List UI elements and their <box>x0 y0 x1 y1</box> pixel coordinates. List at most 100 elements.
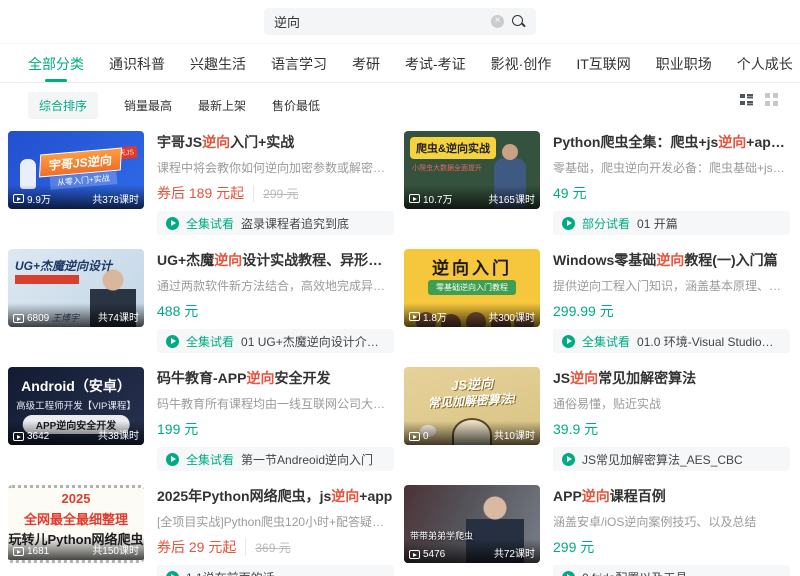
sort-filter[interactable]: 销量最高 <box>124 97 172 114</box>
view-count: 5476 <box>409 549 445 560</box>
category-tab[interactable]: IT互联网 <box>576 54 630 82</box>
view-count-value: 6809 <box>27 313 49 324</box>
play-video-icon <box>409 550 420 559</box>
trial-bar[interactable]: 全集试看 01.0 环境-Visual Studio配置搭建 <box>553 329 790 353</box>
view-count: 1.8万 <box>409 309 447 324</box>
course-card[interactable]: 常见加解密算法!JS逆向 0 共10课时 JS逆向常见加解密算法 通俗易懂，贴近… <box>404 367 790 471</box>
lesson-count: 共74课时 <box>98 309 139 324</box>
course-thumbnail[interactable]: APP逆向安全开发高级工程师开发【VIP课程】Android（安卓） 3642 … <box>8 367 144 445</box>
course-info: 2025年Python网络爬虫，js逆向+app [全项目实战]Python爬虫… <box>157 485 394 576</box>
course-thumbnail[interactable]: 带带弟弟学爬虫 5476 共72课时 <box>404 485 540 563</box>
category-tab[interactable]: 全部分类 <box>28 54 84 82</box>
trial-bar[interactable]: 部分试看 01 开篇 <box>553 211 790 235</box>
course-title[interactable]: 码牛教育-APP逆向安全开发 <box>157 368 394 388</box>
course-thumbnail[interactable]: 小爬虫大数据全面提升爬虫&逆向实战 10.7万 共165课时 <box>404 131 540 209</box>
course-card[interactable]: 玩转儿Python网络爬虫全网最全最细整理2025 1681 共150课时 20… <box>8 485 394 576</box>
category-tab-label: 考研 <box>352 56 380 72</box>
thumbnail-overlay: 3642 共38课时 <box>8 421 144 445</box>
course-price: 49 元 <box>553 183 586 203</box>
search-icon[interactable] <box>511 14 526 29</box>
trial-chapter: 01 UG+杰魔逆向设计介绍（必看） <box>241 333 385 350</box>
category-tab-label: 影视·创作 <box>491 56 552 72</box>
play-circle-icon <box>166 217 179 230</box>
trial-bar[interactable]: 全集试看 盗录课程者追究到底 <box>157 211 394 235</box>
course-card[interactable]: 7天JS从零入门+实战宇哥JS逆向 9.9万 共378课时 宇哥JS逆向入门+实… <box>8 131 394 235</box>
category-tab-label: 兴趣生活 <box>190 56 246 72</box>
category-tab[interactable]: 语言学习 <box>271 54 327 82</box>
thumbnail-text: 2025 <box>8 491 144 506</box>
category-tab-label: 语言学习 <box>271 56 327 72</box>
category-tab[interactable]: 兴趣生活 <box>190 54 246 82</box>
course-info: JS逆向常见加解密算法 通俗易懂，贴近实战 39.9 元 JS常见加解密算法_A… <box>553 367 790 471</box>
play-circle-icon <box>166 571 179 576</box>
play-circle-icon <box>562 217 575 230</box>
view-count-value: 9.9万 <box>27 191 51 206</box>
thumbnail-text: 逆向入门 <box>432 254 512 279</box>
course-title[interactable]: 2025年Python网络爬虫，js逆向+app <box>157 486 394 506</box>
course-title[interactable]: APP逆向课程百例 <box>553 486 790 506</box>
grid-view-icon[interactable] <box>765 93 778 106</box>
course-card[interactable]: 小爬虫大数据全面提升爬虫&逆向实战 10.7万 共165课时 Python爬虫全… <box>404 131 790 235</box>
category-tab[interactable]: 个人成长 <box>737 54 793 82</box>
category-tab[interactable]: 考试-考证 <box>405 54 466 82</box>
course-thumbnail[interactable]: 常见加解密算法!JS逆向 0 共10课时 <box>404 367 540 445</box>
course-desc: 课程中将会教你如何逆向加密参数或解密密文参数 <box>157 159 394 176</box>
active-tab-underline <box>45 79 67 82</box>
category-tab[interactable]: 考研 <box>352 54 380 82</box>
course-title[interactable]: JS逆向常见加解密算法 <box>553 368 790 388</box>
course-card[interactable]: APP逆向安全开发高级工程师开发【VIP课程】Android（安卓） 3642 … <box>8 367 394 471</box>
play-video-icon <box>409 432 420 441</box>
lesson-count: 共10课时 <box>494 427 535 442</box>
trial-bar[interactable]: 0.frida配置以及工具 <box>553 565 790 576</box>
active-tab-underline <box>673 79 695 82</box>
clear-icon[interactable]: × <box>491 15 504 28</box>
course-price-row: 299.99 元 <box>553 301 790 321</box>
thumbnail-text: UG+杰魔逆向设计 <box>15 257 112 274</box>
play-video-icon <box>409 194 420 203</box>
thumbnail-overlay: 9.9万 共378课时 <box>8 185 144 209</box>
course-thumbnail[interactable]: 零基础逆向入门教程逆向入门 1.8万 共300课时 <box>404 249 540 327</box>
course-info: Python爬虫全集：爬虫+js逆向+app逆向 零基础，爬虫逆向开发必备：爬虫… <box>553 131 790 235</box>
course-card[interactable]: 零基础逆向入门教程逆向入门 1.8万 共300课时 Windows零基础逆向教程… <box>404 249 790 353</box>
course-card[interactable]: 王博宇 UG+杰魔逆向设计 6809 共74课时 UG+杰魔逆向设计实战教程、异形… <box>8 249 394 353</box>
thumbnail-overlay: 1681 共150课时 <box>8 536 144 560</box>
trial-bar[interactable]: 1.1说在前面的话 <box>157 565 394 576</box>
category-tab[interactable]: 职业职场 <box>656 54 712 82</box>
category-tab-label: 个人成长 <box>737 56 793 72</box>
sort-filter[interactable]: 售价最低 <box>272 97 320 114</box>
course-price: 199 元 <box>157 419 198 439</box>
course-thumbnail[interactable]: 7天JS从零入门+实战宇哥JS逆向 9.9万 共378课时 <box>8 131 144 209</box>
category-tabs: 全部分类 通识科普 兴趣生活 语言学习 考研 考试-考证 影视·创作 IT互联网… <box>0 44 800 83</box>
search-input[interactable] <box>274 14 484 29</box>
course-price: 39.9 元 <box>553 419 598 439</box>
course-title[interactable]: 宇哥JS逆向入门+实战 <box>157 132 394 152</box>
thumbnail-text: 王博宇 <box>52 311 79 324</box>
play-circle-icon <box>562 571 575 576</box>
trial-bar[interactable]: 全集试看 第一节Andreoid逆向入门 <box>157 447 394 471</box>
course-thumbnail[interactable]: 玩转儿Python网络爬虫全网最全最细整理2025 1681 共150课时 <box>8 485 144 563</box>
list-view-icon[interactable] <box>740 93 753 106</box>
view-count: 10.7万 <box>409 191 452 206</box>
trial-chapter: 0.frida配置以及工具 <box>582 569 687 576</box>
play-video-icon <box>13 432 24 441</box>
course-info: APP逆向课程百例 涵盖安卓/iOS逆向案例技巧、以及总结 299 元 0.fr… <box>553 485 790 576</box>
thumbnail-text: 全网最全最细整理 <box>8 509 144 528</box>
sort-filter[interactable]: 综合排序 <box>28 92 98 119</box>
trial-chapter: JS常见加解密算法_AES_CBC <box>582 451 743 468</box>
trial-bar[interactable]: 全集试看 01 UG+杰魔逆向设计介绍（必看） <box>157 329 394 353</box>
course-card[interactable]: 带带弟弟学爬虫 5476 共72课时 APP逆向课程百例 涵盖安卓/iOS逆向案… <box>404 485 790 576</box>
course-title[interactable]: Python爬虫全集：爬虫+js逆向+app逆向 <box>553 132 790 152</box>
trial-chapter: 1.1说在前面的话 <box>186 569 275 576</box>
thumbnail-overlay: 10.7万 共165课时 <box>404 185 540 209</box>
course-title[interactable]: UG+杰魔逆向设计实战教程、异形曲面抄数逆向建模 <box>157 250 394 270</box>
course-price-row: 199 元 <box>157 419 394 439</box>
view-count-value: 10.7万 <box>423 191 452 206</box>
lesson-count: 共72课时 <box>494 545 535 560</box>
sort-filter[interactable]: 最新上架 <box>198 97 246 114</box>
course-title[interactable]: Windows零基础逆向教程(一)入门篇 <box>553 250 790 270</box>
category-tab[interactable]: 影视·创作 <box>491 54 552 82</box>
course-thumbnail[interactable]: 王博宇 UG+杰魔逆向设计 6809 共74课时 <box>8 249 144 327</box>
trial-bar[interactable]: JS常见加解密算法_AES_CBC <box>553 447 790 471</box>
search-bar[interactable]: × <box>264 8 536 35</box>
category-tab[interactable]: 通识科普 <box>109 54 165 82</box>
